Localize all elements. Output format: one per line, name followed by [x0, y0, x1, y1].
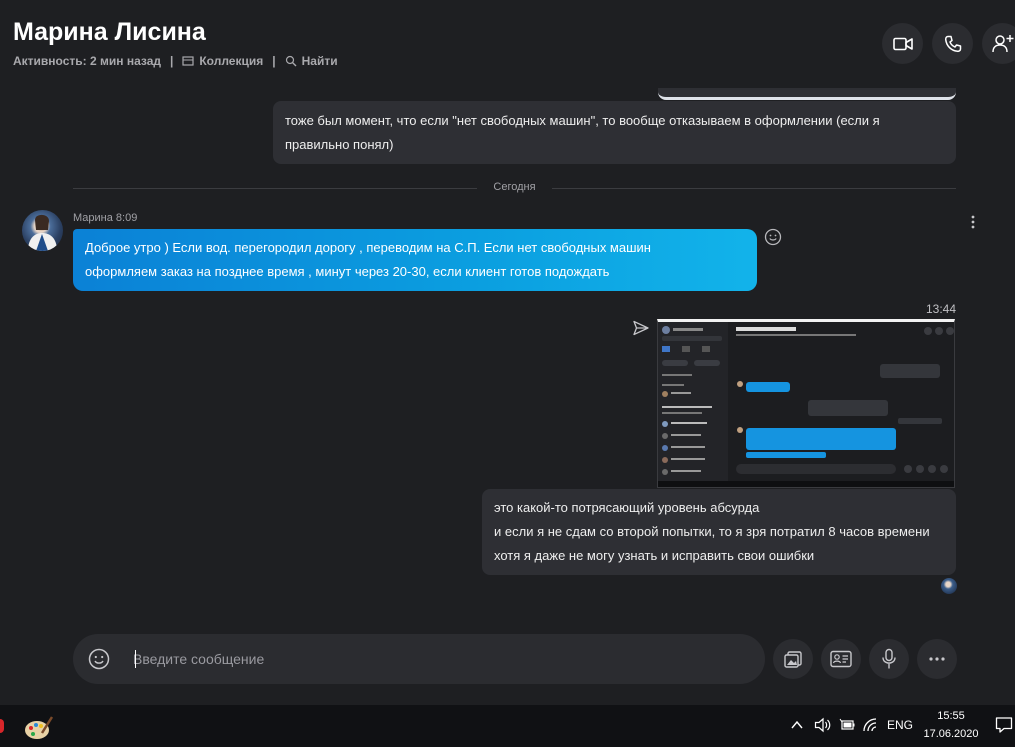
emoji-icon	[88, 648, 110, 670]
find-label: Найти	[301, 54, 338, 68]
paint-app-button[interactable]	[22, 713, 54, 743]
header-subbar: Активность: 2 мин назад | Коллекция | На…	[13, 54, 338, 68]
avatar[interactable]	[22, 210, 63, 251]
notifications-button[interactable]	[995, 716, 1013, 739]
outgoing-message[interactable]: это какой-то потрясающий уровень абсурда…	[482, 489, 956, 575]
message-input[interactable]	[133, 634, 733, 684]
date-divider: Сегодня	[73, 181, 956, 193]
contact-name[interactable]: Марина Лисина	[13, 18, 206, 47]
message-line: тоже был момент, что если "нет свободных…	[285, 113, 880, 128]
volume-icon	[814, 717, 831, 733]
clock-time[interactable]: 15:55	[920, 710, 982, 722]
phone-icon	[944, 35, 961, 52]
paint-palette-icon	[25, 716, 54, 739]
contact-card-button[interactable]	[821, 639, 861, 679]
windows-taskbar: ENG 15:55 17.06.2020	[0, 705, 1015, 747]
more-options-button[interactable]	[917, 639, 957, 679]
video-call-button[interactable]	[882, 23, 923, 64]
collection-icon	[182, 56, 194, 66]
add-people-button[interactable]	[982, 23, 1015, 64]
show-hidden-icons-button[interactable]	[790, 718, 804, 737]
separator: |	[272, 54, 276, 68]
react-emoji-button[interactable]	[764, 228, 782, 246]
screenshot-thumbnail	[658, 322, 954, 487]
message-line: и если я не сдам со второй попытки, то я…	[494, 524, 930, 539]
media-button[interactable]	[773, 639, 813, 679]
message-composer	[73, 634, 765, 684]
message-options-button[interactable]	[968, 213, 978, 231]
chat-history[interactable]: тоже был момент, что если "нет свободных…	[0, 88, 1015, 628]
call-button[interactable]	[932, 23, 973, 64]
more-vertical-icon	[971, 215, 975, 229]
message-line: хотя я даже не могу узнать и исправить с…	[494, 548, 815, 563]
chevron-up-icon	[791, 720, 803, 729]
video-call-icon	[892, 37, 913, 50]
wifi-icon	[863, 718, 877, 732]
add-person-icon	[991, 34, 1013, 52]
battery-icon	[839, 718, 855, 730]
incoming-message[interactable]: Доброе утро ) Если вод. перегородил доро…	[73, 229, 757, 291]
contact-card-icon	[830, 650, 852, 668]
collection-label: Коллекция	[199, 54, 264, 68]
image-attachment[interactable]	[657, 319, 955, 488]
outgoing-message[interactable]: тоже был момент, что если "нет свободных…	[273, 101, 956, 164]
message-line: это какой-то потрясающий уровень абсурда	[494, 500, 760, 515]
app-icon-partial[interactable]	[0, 719, 4, 733]
collection-link[interactable]: Коллекция	[182, 54, 263, 68]
message-line: правильно понял)	[285, 137, 394, 152]
network-button[interactable]	[862, 717, 880, 738]
message-line: оформляем заказ на позднее время , минут…	[85, 264, 610, 279]
search-icon	[285, 55, 297, 67]
clock-date[interactable]: 17.06.2020	[920, 728, 982, 740]
find-link[interactable]: Найти	[285, 54, 338, 68]
media-icon	[784, 651, 802, 668]
emoji-button[interactable]	[88, 648, 110, 670]
read-receipt-avatar	[941, 578, 957, 594]
microphone-icon	[882, 648, 896, 669]
previous-message-bubble	[658, 88, 956, 100]
notification-icon	[995, 717, 1013, 733]
forward-button[interactable]	[632, 319, 650, 337]
smiley-icon	[764, 228, 782, 246]
message-line: Доброе утро ) Если вод. перегородил доро…	[85, 240, 651, 255]
message-time: 13:44	[925, 302, 956, 316]
more-icon	[929, 657, 945, 661]
send-forward-icon	[633, 320, 649, 336]
sender-time: Марина 8:09	[73, 212, 138, 224]
microphone-button[interactable]	[869, 639, 909, 679]
date-label: Сегодня	[493, 181, 536, 193]
activity-status: Активность: 2 мин назад	[13, 54, 161, 68]
chat-header: Марина Лисина Активность: 2 мин назад | …	[0, 0, 1015, 88]
avatar-photo	[28, 214, 57, 251]
input-language[interactable]: ENG	[887, 718, 913, 732]
text-caret	[135, 650, 136, 668]
battery-button[interactable]	[839, 718, 855, 737]
volume-button[interactable]	[814, 717, 832, 738]
separator: |	[170, 54, 174, 68]
